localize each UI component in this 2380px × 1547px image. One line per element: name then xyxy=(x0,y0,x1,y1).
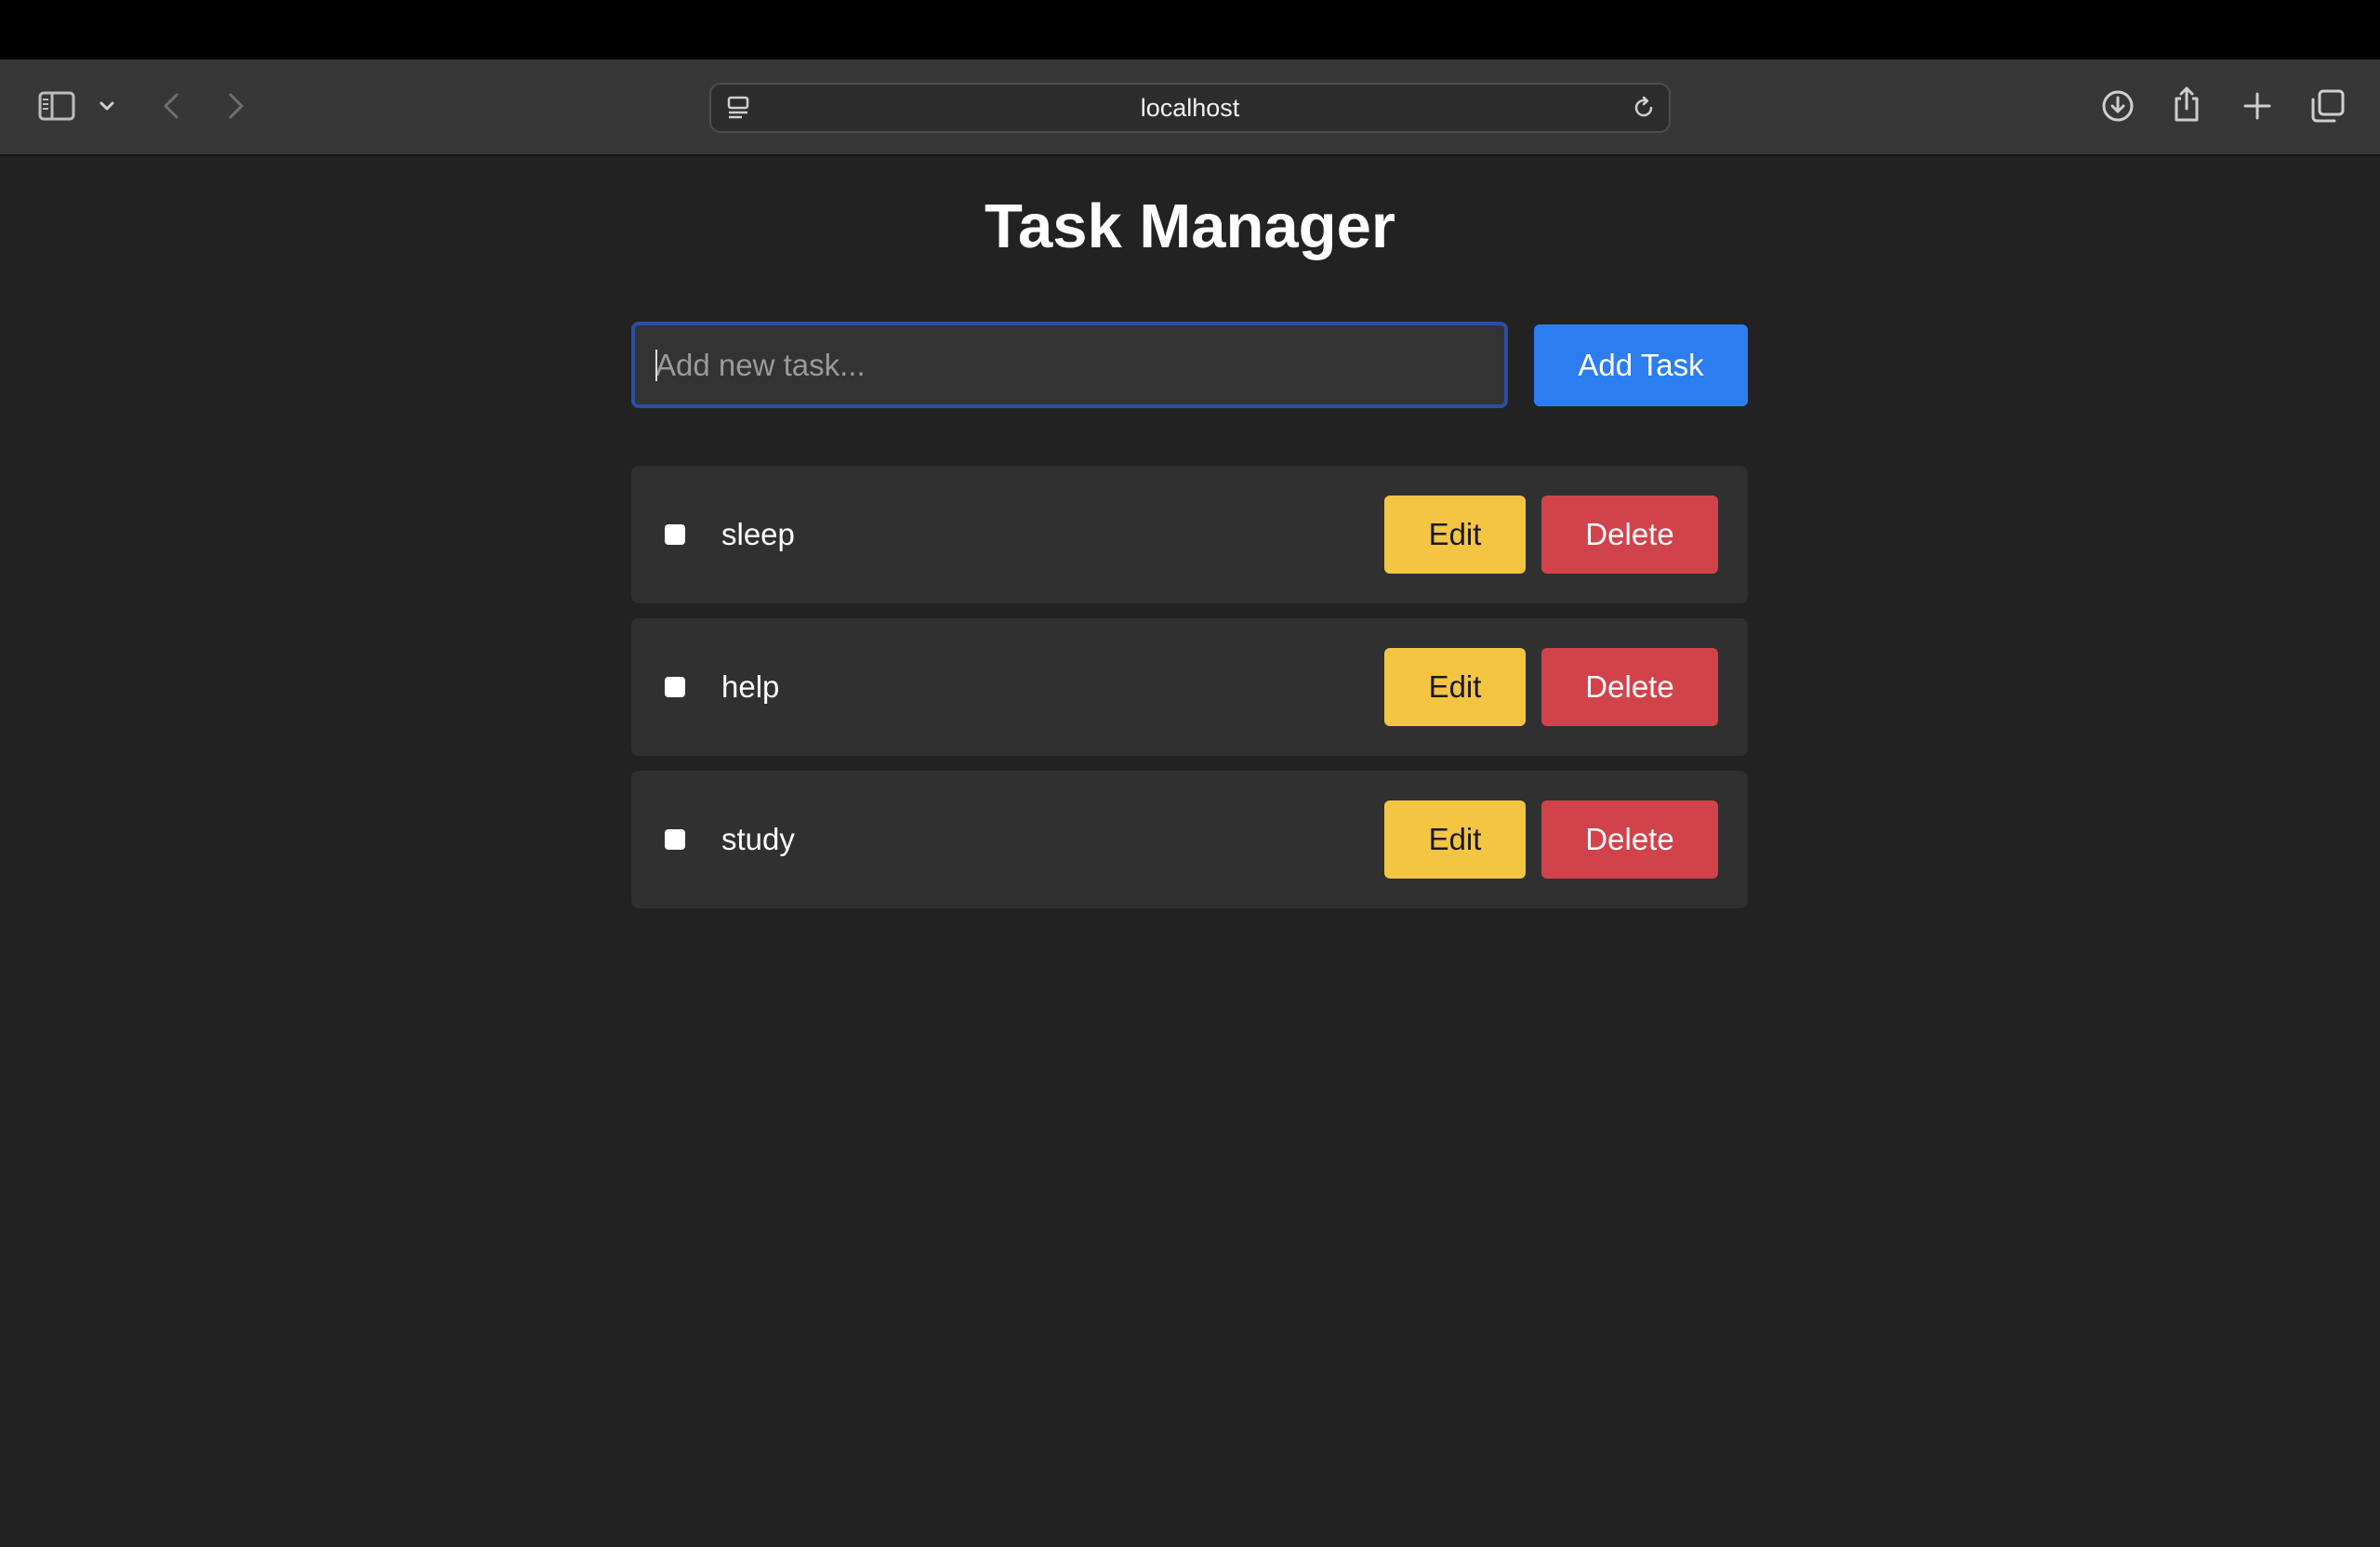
chevron-down-icon[interactable] xyxy=(97,97,117,115)
task-checkbox[interactable] xyxy=(665,829,685,850)
share-icon[interactable] xyxy=(2170,84,2203,125)
edit-button[interactable]: Edit xyxy=(1384,496,1526,574)
task-checkbox[interactable] xyxy=(665,524,685,545)
chevron-left-icon[interactable] xyxy=(158,87,184,125)
url-text[interactable]: localhost xyxy=(711,85,1669,131)
menu-bar xyxy=(0,0,2380,60)
task-list: sleep Edit Delete help Edit Delete study… xyxy=(631,466,1748,923)
task-item: sleep Edit Delete xyxy=(631,466,1748,603)
edit-button[interactable]: Edit xyxy=(1384,648,1526,726)
delete-button[interactable]: Delete xyxy=(1541,800,1718,879)
tabs-icon[interactable] xyxy=(2307,86,2348,126)
delete-button[interactable]: Delete xyxy=(1541,496,1718,574)
task-label: study xyxy=(721,822,795,856)
sidebar-icon[interactable] xyxy=(35,87,78,125)
task-checkbox[interactable] xyxy=(665,677,685,697)
download-icon[interactable] xyxy=(2099,87,2136,125)
page-title: Task Manager xyxy=(985,192,1395,261)
task-label: sleep xyxy=(721,517,795,551)
add-task-button[interactable]: Add Task xyxy=(1534,324,1748,406)
text-caret xyxy=(655,350,657,381)
delete-button[interactable]: Delete xyxy=(1541,648,1718,726)
reload-icon[interactable] xyxy=(1630,94,1658,122)
task-label: help xyxy=(721,669,780,704)
task-item: study Edit Delete xyxy=(631,771,1748,908)
chevron-right-icon[interactable] xyxy=(223,87,249,125)
task-item: help Edit Delete xyxy=(631,618,1748,756)
edit-button[interactable]: Edit xyxy=(1384,800,1526,879)
new-task-input[interactable] xyxy=(631,322,1508,408)
plus-icon[interactable] xyxy=(2239,87,2276,125)
address-bar[interactable]: localhost xyxy=(709,83,1671,133)
